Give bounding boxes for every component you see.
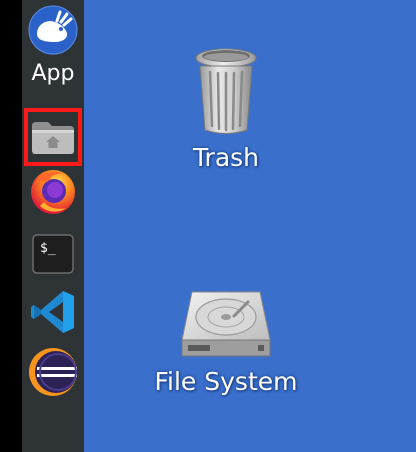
desktop-icon-file-system[interactable]: File System: [136, 288, 316, 396]
firefox-icon: [31, 170, 75, 214]
desktop-icon-label: Trash: [192, 143, 260, 172]
desktop[interactable]: Trash File System: [84, 0, 416, 452]
dock-panel: App $_: [22, 0, 84, 452]
trash-icon: [195, 48, 257, 134]
hard-drive-icon: [181, 291, 271, 357]
terminal-icon: $_: [32, 234, 74, 274]
dock-item-eclipse[interactable]: [22, 346, 84, 398]
eclipse-icon: [29, 348, 77, 396]
desktop-icon-trash[interactable]: Trash: [166, 44, 286, 172]
screen-edge: [0, 0, 22, 452]
app-menu-button[interactable]: App: [22, 4, 84, 86]
screen: App $_ Trash File System: [0, 0, 416, 452]
selection-highlight: [24, 108, 82, 166]
app-menu-label: App: [31, 61, 75, 86]
desktop-icon-label: File System: [154, 367, 298, 396]
terminal-prompt-glyph: $_: [40, 241, 56, 256]
vscode-icon: [31, 291, 74, 333]
dock-item-firefox[interactable]: [22, 166, 84, 216]
dock-item-vscode[interactable]: [22, 288, 84, 336]
xfce-mouse-icon: [28, 5, 78, 55]
dock-item-terminal[interactable]: $_: [22, 234, 84, 274]
